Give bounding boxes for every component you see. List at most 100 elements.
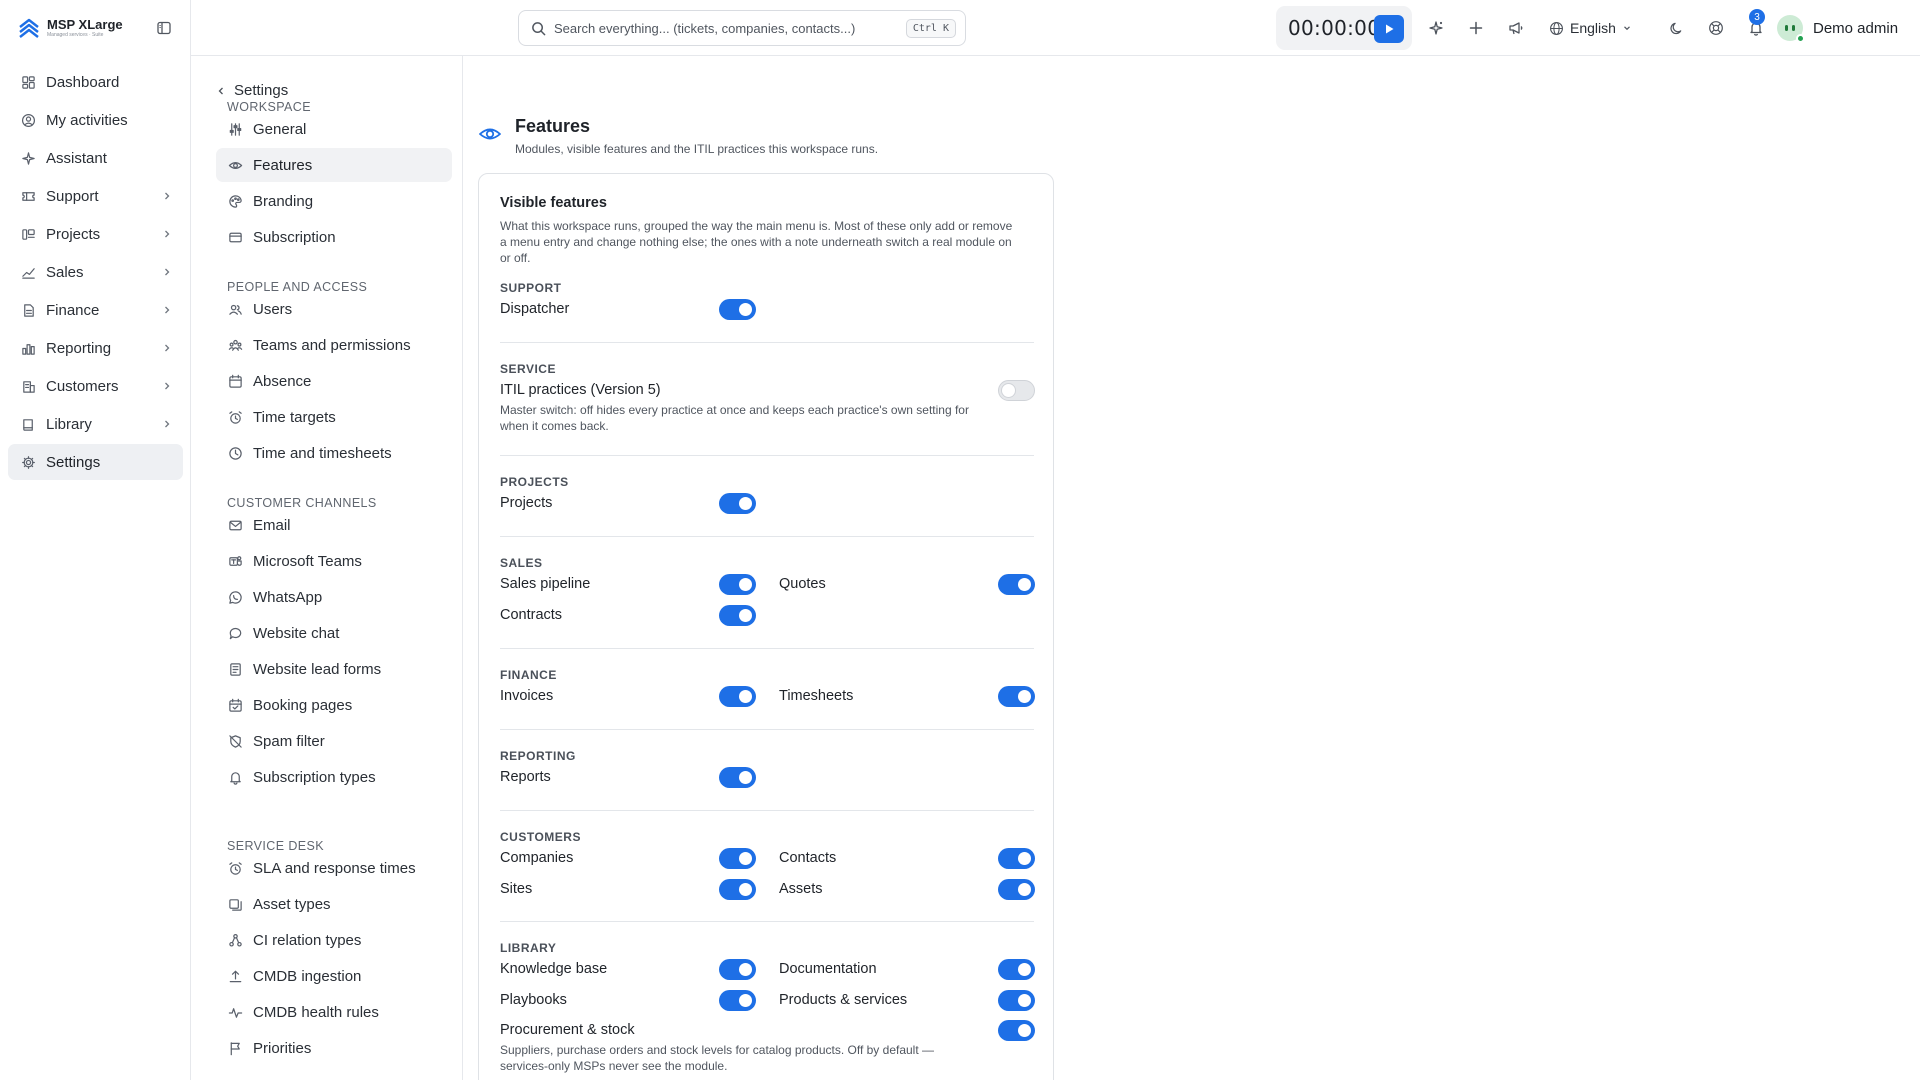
page-title: Features [515,116,591,136]
settings-nav-label: Time and timesheets [253,444,392,462]
card-title: Visible features [500,195,607,211]
settings-nav-spam-filter[interactable]: Spam filter [216,724,452,758]
feature-group-finance: FINANCE [500,668,557,682]
sidebar-item-projects[interactable]: Projects [8,216,183,252]
sidebar-item-label: Projects [46,225,101,243]
global-search-input[interactable]: Search everything... (tickets, companies… [518,10,966,46]
settings-nav-label: Absence [253,372,312,390]
settings-nav-cmdb-health-rules[interactable]: CMDB health rules [216,995,452,1029]
sidebar-item-label: Reporting [46,339,112,357]
help-lifebuoy-icon[interactable] [1706,18,1726,38]
settings-nav-subscription[interactable]: Subscription [216,220,452,254]
sidebar-item-library[interactable]: Library [8,406,183,442]
group-divider [500,342,1034,343]
settings-nav-time-targets[interactable]: Time targets [216,400,452,434]
toggle-playbooks[interactable] [719,989,756,1011]
settings-nav-email[interactable]: Email [216,508,452,542]
settings-nav-branding[interactable]: Branding [216,184,452,218]
settings-nav-priorities[interactable]: Priorities [216,1031,452,1065]
ai-sparkle-icon[interactable] [1426,18,1446,38]
toggle-contacts[interactable] [998,848,1035,869]
toggle-companies[interactable] [719,848,756,869]
sidebar-collapse-icon[interactable] [156,20,172,36]
settings-nav-label: Microsoft Teams [253,552,362,570]
settings-nav-label: Spam filter [253,732,325,750]
group-divider [500,648,1034,649]
toggle-procurement-and-stock[interactable] [998,1020,1035,1041]
add-icon[interactable] [1466,18,1486,38]
settings-nav-ci-relation-types[interactable]: CI relation types [216,923,452,957]
user-menu[interactable]: Demo admin [1777,14,1898,43]
toggle-documentation[interactable] [998,959,1035,980]
settings-nav-subscription-types[interactable]: Subscription types [216,760,452,794]
feature-label-invoices: Invoices [500,688,554,704]
settings-nav-booking-pages[interactable]: Booking pages [216,688,452,722]
settings-nav-general[interactable]: General [216,112,452,146]
language-selector[interactable]: English [1549,17,1632,39]
toggle-knowledge-base[interactable] [719,959,756,980]
eye-icon [227,157,243,173]
search-icon [531,21,546,36]
toggle-projects[interactable] [719,493,756,514]
sidebar-item-customers[interactable]: Customers [8,368,183,404]
sidebar-item-sales[interactable]: Sales [8,254,183,290]
settings-nav-time-and-timesheets[interactable]: Time and timesheets [216,436,452,470]
sidebar-item-reporting[interactable]: Reporting [8,330,183,366]
settings-nav-sla-and-response-times[interactable]: SLA and response times [216,851,452,885]
settings-nav-asset-types[interactable]: Asset types [216,887,452,921]
timer-start-button[interactable] [1374,15,1404,43]
toggle-sites[interactable] [719,878,756,900]
sidebar-item-settings[interactable]: Settings [8,444,183,480]
feature-group-library: LIBRARY [500,941,557,955]
toggle-products-and-services[interactable] [998,989,1035,1011]
settings-nav-features[interactable]: Features [216,148,452,182]
toggle-dispatcher[interactable] [719,299,756,320]
group-divider [500,729,1034,730]
feature-label-itil-practices-version-5: ITIL practices (Version 5) [500,382,661,398]
back-to-settings-link[interactable]: Settings [216,82,288,99]
sidebar-item-my-activities[interactable]: My activities [8,102,183,138]
settings-nav-website-chat[interactable]: Website chat [216,616,452,650]
toggle-itil-practices-version-5[interactable] [998,380,1035,401]
bell-icon [227,769,243,785]
toggle-timesheets[interactable] [998,686,1035,707]
toggle-sales-pipeline[interactable] [719,574,756,595]
user-circle-icon [20,112,36,128]
toggle-invoices[interactable] [719,686,756,707]
ticket-icon [20,188,36,204]
sidebar-item-label: Settings [46,453,101,471]
settings-nav-label: Booking pages [253,696,353,714]
toggle-reports[interactable] [719,767,756,788]
settings-nav-cmdb-ingestion[interactable]: CMDB ingestion [216,959,452,993]
settings-nav-label: SLA and response times [253,859,416,877]
settings-nav-users[interactable]: Users [216,292,452,326]
dark-mode-moon-icon[interactable] [1666,18,1686,38]
settings-nav-website-lead-forms[interactable]: Website lead forms [216,652,452,686]
card-description: What this workspace runs, grouped the wa… [500,219,1013,265]
settings-nav-whatsapp[interactable]: WhatsApp [216,580,452,614]
settings-nav-microsoft-teams[interactable]: Microsoft Teams [216,544,452,578]
feature-label-quotes: Quotes [779,576,826,592]
settings-nav-label: Branding [253,192,314,210]
brand[interactable]: MSP XLarge Managed services · Suite [18,16,123,40]
sidebar-item-assistant[interactable]: Assistant [8,140,183,176]
feature-group-support: SUPPORT [500,281,562,295]
sidebar-item-dashboard[interactable]: Dashboard [8,64,183,100]
settings-nav-label: Asset types [253,895,331,913]
toggle-quotes[interactable] [998,574,1035,595]
chevron-right-icon [159,226,175,242]
settings-nav-teams-and-permissions[interactable]: Teams and permissions [216,328,452,362]
settings-nav-label: Website chat [253,624,340,642]
settings-sidebar: Settings WORKSPACE General Features Brandin… [191,56,463,1080]
sidebar-item-support[interactable]: Support [8,178,183,214]
sidebar-item-finance[interactable]: Finance [8,292,183,328]
toggle-assets[interactable] [998,878,1035,900]
toggle-contracts[interactable] [719,604,756,626]
sidebar-item-label: Dashboard [46,73,120,91]
settings-nav-absence[interactable]: Absence [216,364,452,398]
online-status-dot [1796,34,1805,43]
announcements-megaphone-icon[interactable] [1506,18,1526,38]
team-icon [227,337,243,353]
palette-icon [227,193,243,209]
language-label: English [1570,20,1616,36]
